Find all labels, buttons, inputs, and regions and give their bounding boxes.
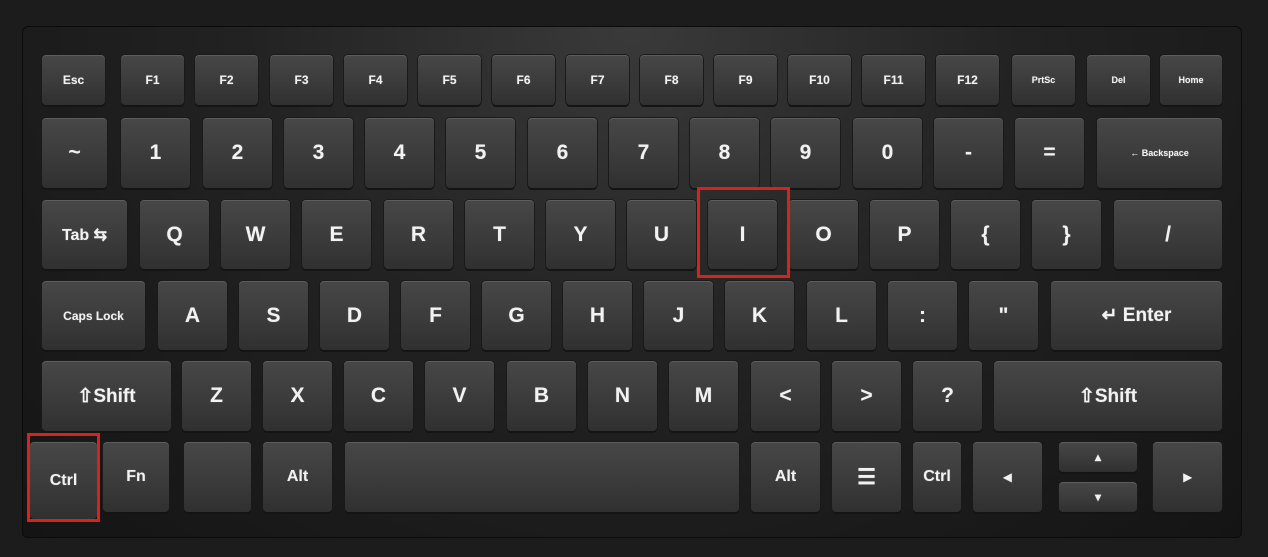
esc-key[interactable]: Esc — [42, 55, 105, 105]
f6-key[interactable]: F6 — [492, 55, 555, 105]
f7-key[interactable]: F7 — [566, 55, 629, 105]
tilde-key[interactable]: ~ — [42, 118, 107, 188]
key-o[interactable]: O — [789, 200, 858, 269]
del-key[interactable]: Del — [1087, 55, 1150, 105]
tab-key[interactable]: Tab ⇆ — [42, 200, 127, 269]
key-b[interactable]: B — [507, 361, 576, 431]
caps-lock-key[interactable]: Caps Lock — [42, 281, 145, 350]
key-3[interactable]: 3 — [284, 118, 353, 188]
highlight-i-key — [697, 187, 790, 278]
key-s[interactable]: S — [239, 281, 308, 350]
key-n[interactable]: N — [588, 361, 657, 431]
key-7[interactable]: 7 — [609, 118, 678, 188]
key-1[interactable]: 1 — [121, 118, 190, 188]
space-bar[interactable] — [345, 442, 739, 512]
f9-key[interactable]: F9 — [714, 55, 777, 105]
arrow-down-key[interactable]: ▾ — [1059, 482, 1137, 512]
key-0[interactable]: 0 — [853, 118, 922, 188]
menu-key[interactable]: ☰ — [832, 442, 901, 512]
f10-key[interactable]: F10 — [788, 55, 851, 105]
key-v[interactable]: V — [425, 361, 494, 431]
key-j[interactable]: J — [644, 281, 713, 350]
quote-key[interactable]: " — [969, 281, 1038, 350]
arrow-right-key[interactable]: ▸ — [1153, 442, 1222, 512]
highlight-ctrl-key — [27, 433, 100, 522]
f1-key[interactable]: F1 — [121, 55, 184, 105]
key-q[interactable]: Q — [140, 200, 209, 269]
enter-key[interactable]: ↵ Enter — [1051, 281, 1222, 350]
key-e[interactable]: E — [302, 200, 371, 269]
key-2[interactable]: 2 — [203, 118, 272, 188]
equals-key[interactable]: = — [1015, 118, 1084, 188]
key-h[interactable]: H — [563, 281, 632, 350]
key-t[interactable]: T — [465, 200, 534, 269]
backspace-key[interactable]: ← Backspace — [1097, 118, 1222, 188]
prtsc-key[interactable]: PrtSc — [1012, 55, 1075, 105]
key-u[interactable]: U — [627, 200, 696, 269]
key-y[interactable]: Y — [546, 200, 615, 269]
f5-key[interactable]: F5 — [418, 55, 481, 105]
f3-key[interactable]: F3 — [270, 55, 333, 105]
left-alt-key[interactable]: Alt — [263, 442, 332, 512]
key-m[interactable]: M — [669, 361, 738, 431]
fn-key[interactable]: Fn — [103, 442, 169, 512]
blank-key[interactable] — [184, 442, 251, 512]
minus-key[interactable]: - — [934, 118, 1003, 188]
key-c[interactable]: C — [344, 361, 413, 431]
key-k[interactable]: K — [725, 281, 794, 350]
arrow-up-key[interactable]: ▴ — [1059, 442, 1137, 472]
key-4[interactable]: 4 — [365, 118, 434, 188]
key-z[interactable]: Z — [182, 361, 251, 431]
key-g[interactable]: G — [482, 281, 551, 350]
key-9[interactable]: 9 — [771, 118, 840, 188]
key-p[interactable]: P — [870, 200, 939, 269]
greater-than-key[interactable]: > — [832, 361, 901, 431]
key-f[interactable]: F — [401, 281, 470, 350]
close-brace-key[interactable]: } — [1032, 200, 1101, 269]
key-r[interactable]: R — [384, 200, 453, 269]
question-key[interactable]: ? — [913, 361, 982, 431]
right-ctrl-key[interactable]: Ctrl — [913, 442, 961, 512]
right-shift-key[interactable]: ⇧Shift — [994, 361, 1222, 431]
open-brace-key[interactable]: { — [951, 200, 1020, 269]
key-w[interactable]: W — [221, 200, 290, 269]
f11-key[interactable]: F11 — [862, 55, 925, 105]
key-d[interactable]: D — [320, 281, 389, 350]
key-5[interactable]: 5 — [446, 118, 515, 188]
key-a[interactable]: A — [158, 281, 227, 350]
key-x[interactable]: X — [263, 361, 332, 431]
colon-key[interactable]: : — [888, 281, 957, 350]
left-shift-key[interactable]: ⇧Shift — [42, 361, 171, 431]
f8-key[interactable]: F8 — [640, 55, 703, 105]
key-8[interactable]: 8 — [690, 118, 759, 188]
right-alt-key[interactable]: Alt — [751, 442, 820, 512]
key-6[interactable]: 6 — [528, 118, 597, 188]
arrow-left-key[interactable]: ◂ — [973, 442, 1042, 512]
home-key[interactable]: Home — [1160, 55, 1222, 105]
f12-key[interactable]: F12 — [936, 55, 999, 105]
less-than-key[interactable]: < — [751, 361, 820, 431]
f2-key[interactable]: F2 — [195, 55, 258, 105]
slash-key[interactable]: / — [1114, 200, 1222, 269]
f4-key[interactable]: F4 — [344, 55, 407, 105]
key-l[interactable]: L — [807, 281, 876, 350]
